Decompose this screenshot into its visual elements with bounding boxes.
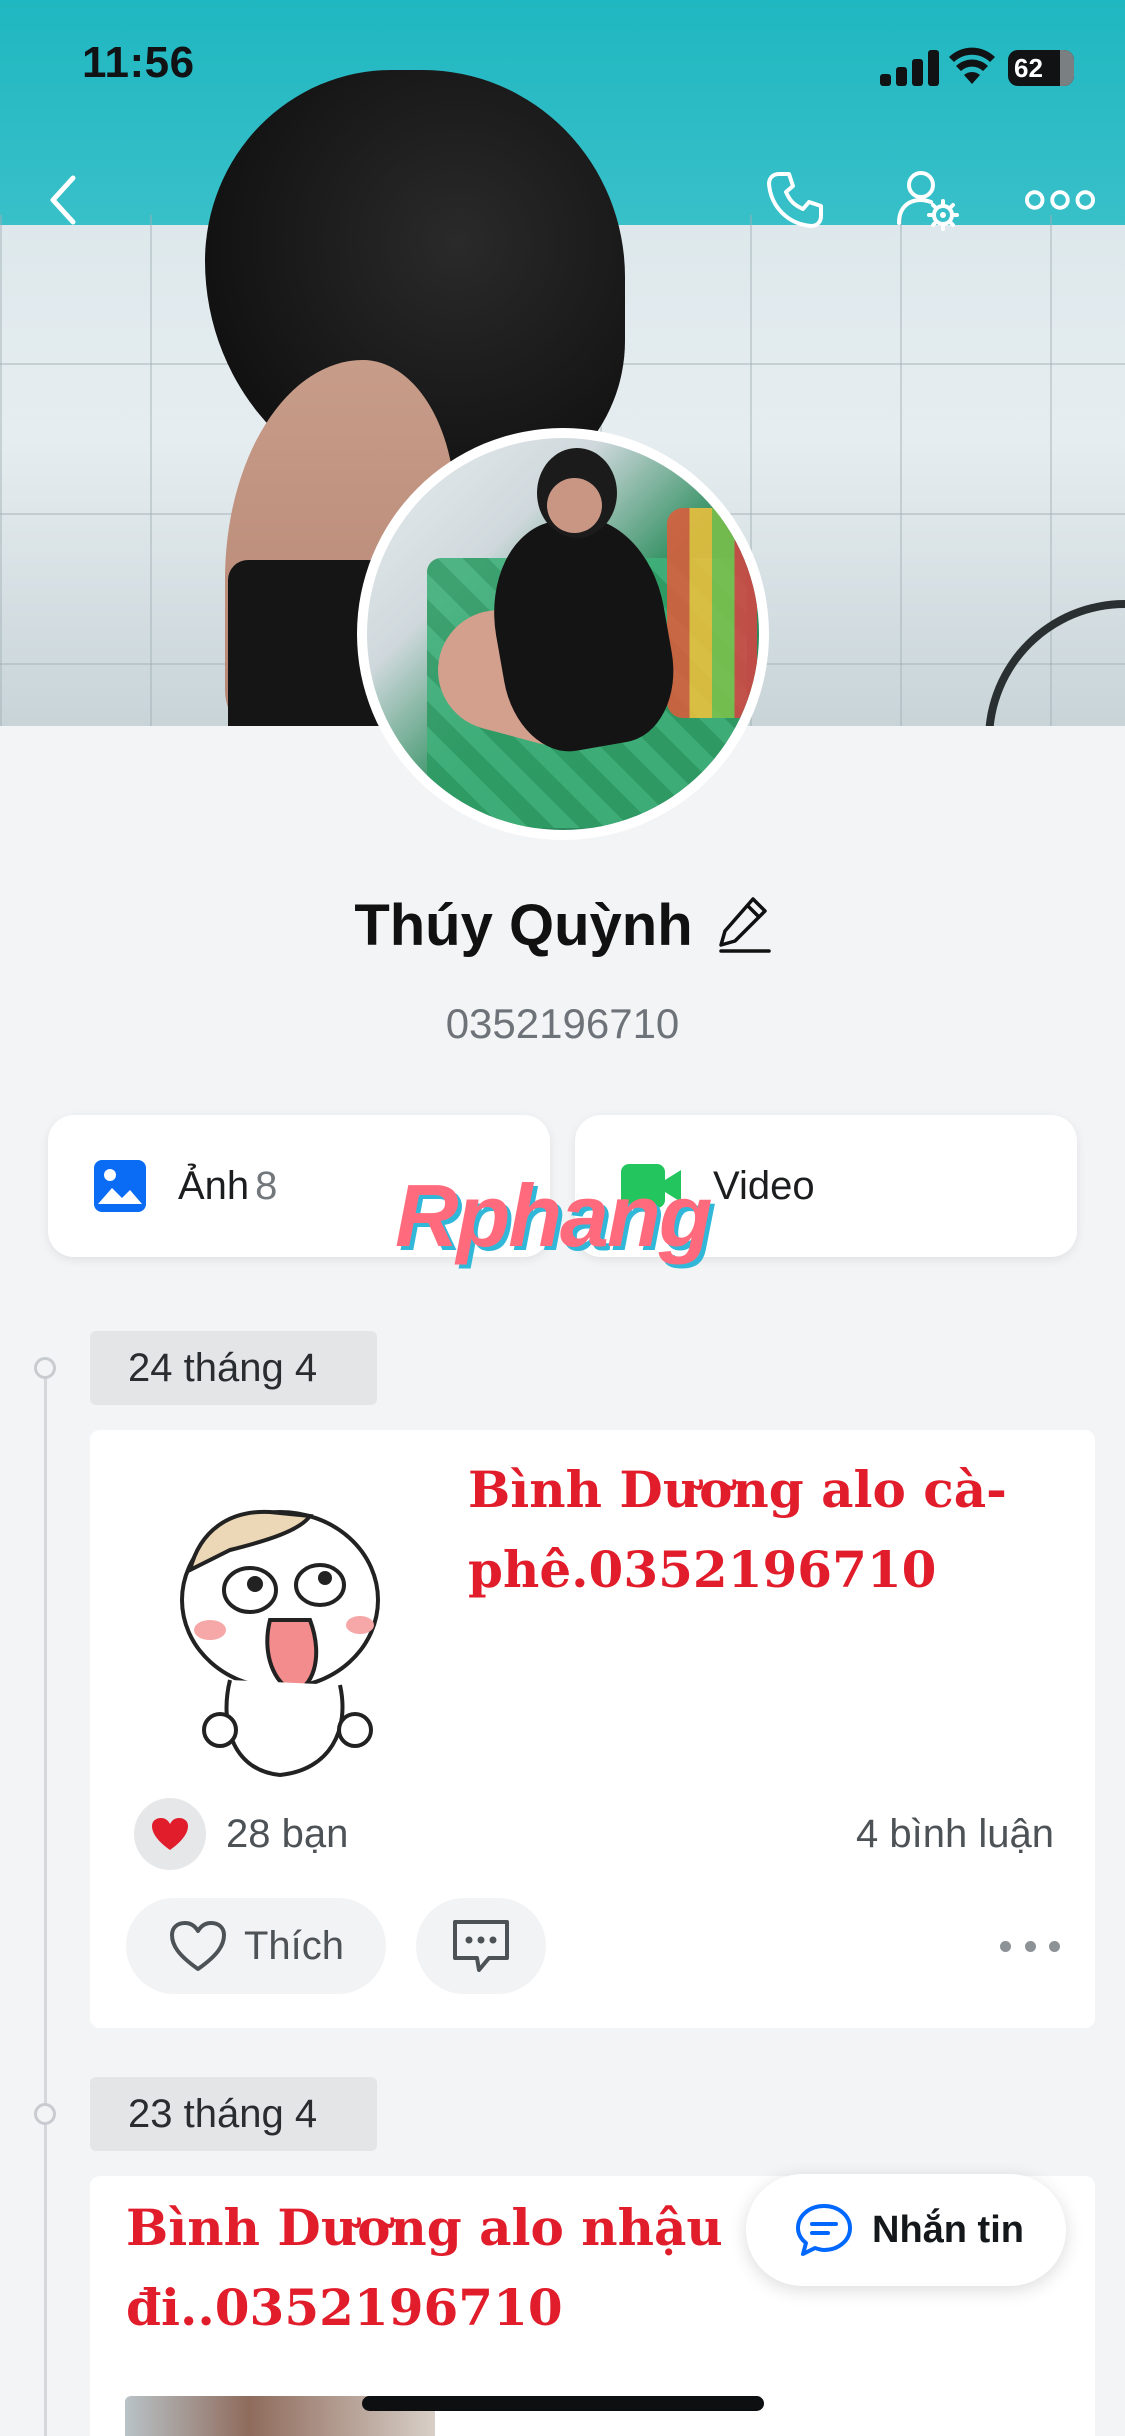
photos-label: Ảnh [178, 1163, 250, 1208]
comment-count[interactable]: 4 bình luận [856, 1812, 1054, 1857]
wifi-icon [948, 46, 996, 86]
chat-bubble-icon [796, 2204, 852, 2256]
sticker-image [180, 1509, 380, 1778]
profile-screen: 11:56 62 Thúy Quỳnh 0352196710 Ảnh 8 Vid… [0, 0, 1125, 2436]
like-button[interactable]: Thích [126, 1898, 386, 1994]
call-button[interactable] [760, 165, 830, 235]
post-more-button[interactable] [1000, 1936, 1060, 1956]
pencil-icon [718, 897, 771, 953]
timeline-dot [34, 1357, 56, 1379]
timeline-post[interactable]: Bình Dương alo cà-phê.0352196710 28 bạn … [90, 1430, 1095, 2028]
heart-reaction-icon[interactable] [134, 1798, 206, 1870]
avatar-photo [367, 438, 759, 830]
status-bar: 11:56 62 [0, 0, 1125, 140]
back-button[interactable] [28, 165, 98, 235]
photos-count: 8 [255, 1163, 278, 1208]
post-caption: Bình Dương alo nhậu đi..0352196710 [126, 2198, 723, 2337]
more-button[interactable] [1025, 165, 1095, 235]
reaction-row: 28 bạn 4 bình luận [134, 1794, 1054, 1874]
battery-level: 62 [1014, 53, 1043, 83]
comment-icon [453, 1920, 509, 1972]
timeline-dot [34, 2103, 56, 2125]
video-label: Video [713, 1163, 815, 1208]
profile-name-row: Thúy Quỳnh [0, 892, 1125, 959]
comment-button[interactable] [416, 1898, 546, 1994]
battery-icon: 62 [1008, 50, 1074, 86]
user-settings-icon [897, 171, 959, 231]
edit-name-button[interactable] [715, 893, 771, 958]
like-label: Thích [243, 1923, 345, 1968]
image-icon [94, 1160, 146, 1212]
watermark-logo: Rphang [395, 1166, 713, 1265]
reaction-count[interactable]: 28 bạn [226, 1812, 348, 1857]
more-horizontal-icon [1025, 190, 1095, 210]
profile-settings-button[interactable] [893, 165, 963, 235]
date-chip: 23 tháng 4 [90, 2077, 377, 2151]
post-caption: Bình Dương alo cà-phê.0352196710 [468, 1460, 1007, 1599]
message-label: Nhắn tin [872, 2208, 1024, 2251]
date-chip: 24 tháng 4 [90, 1331, 377, 1405]
home-indicator[interactable] [362, 2396, 764, 2411]
profile-phone: 0352196710 [445, 1000, 680, 1047]
message-button[interactable]: Nhắn tin [746, 2174, 1066, 2286]
profile-name: Thúy Quỳnh [354, 893, 693, 958]
heart-outline-icon [169, 1921, 226, 1971]
status-time: 11:56 [82, 38, 195, 87]
phone-icon [767, 172, 823, 228]
avatar[interactable] [357, 428, 769, 840]
timeline-line [44, 1368, 47, 2436]
chevron-left-icon [50, 175, 76, 225]
signal-icon [880, 50, 942, 86]
